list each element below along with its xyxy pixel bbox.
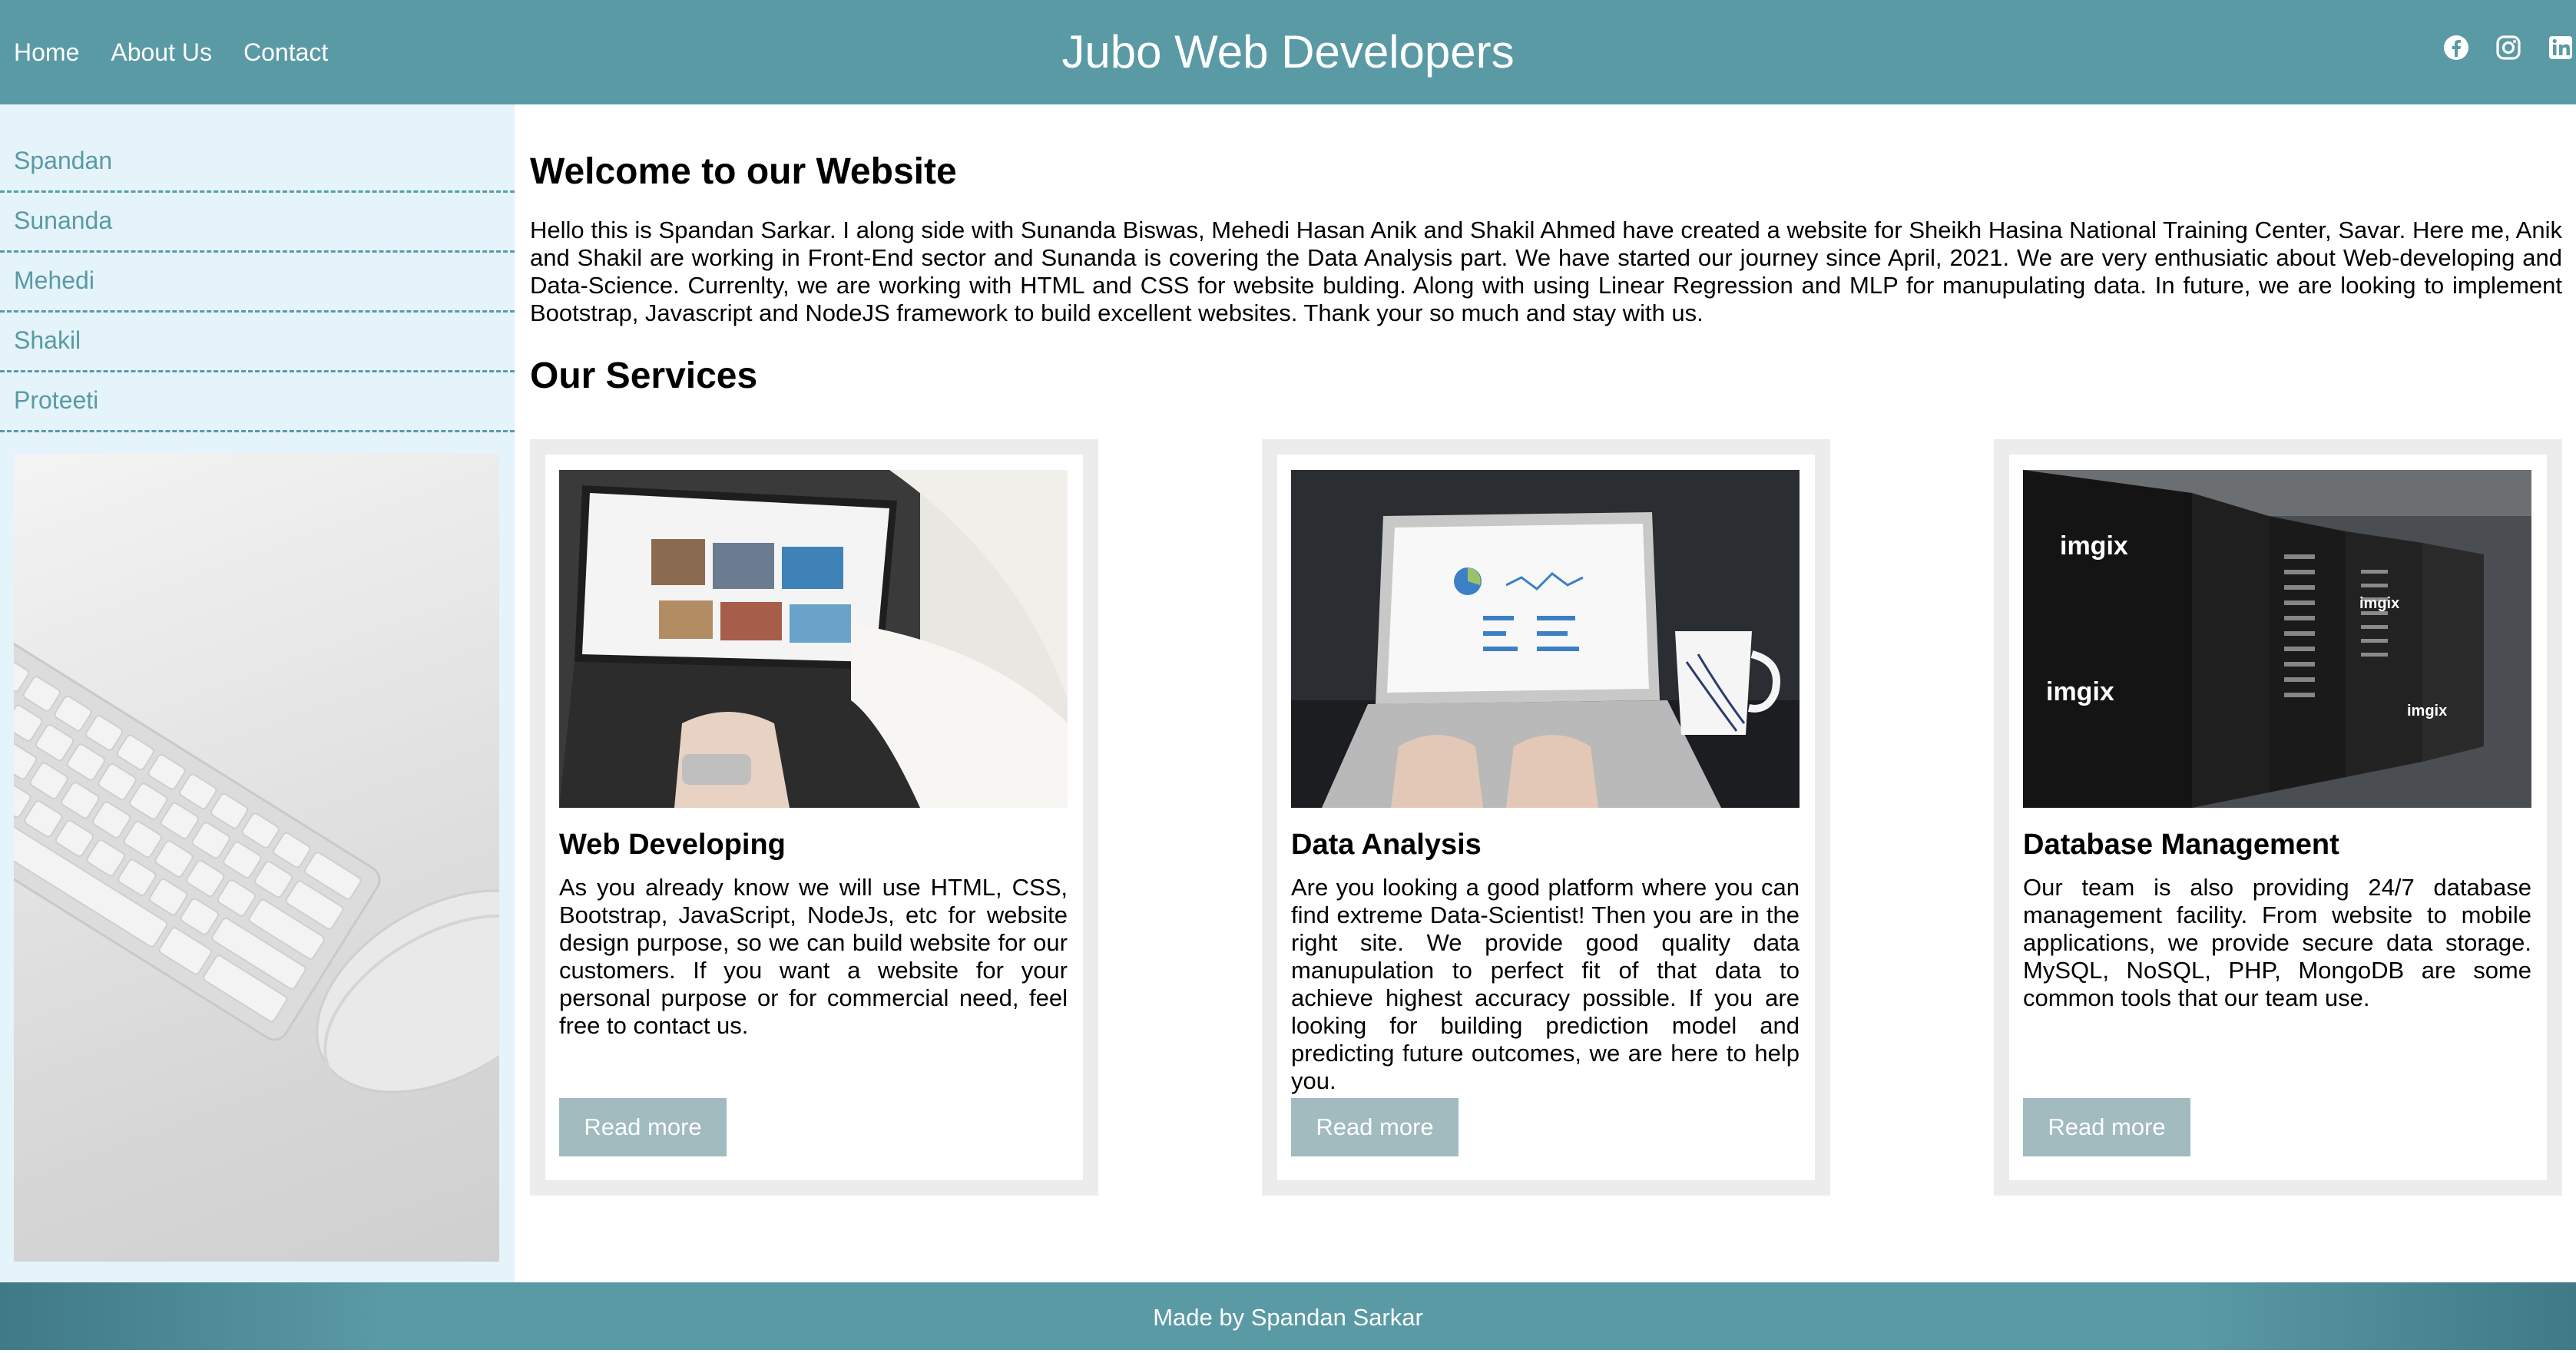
read-more-button-data[interactable]: Read more xyxy=(1291,1098,1459,1156)
sidebar-item-mehedi[interactable]: Mehedi xyxy=(0,253,515,313)
intro-paragraph: Hello this is Spandan Sarkar. I along si… xyxy=(530,217,2562,326)
site-header: Home About Us Contact Jubo Web Developer… xyxy=(0,0,2576,104)
laptop-dashboard-image xyxy=(1291,470,1800,808)
facebook-icon[interactable] xyxy=(2442,34,2470,61)
service-title: Database Management xyxy=(2023,829,2339,861)
image-brand-text: imgix xyxy=(2060,531,2128,561)
image-brand-text: imgix xyxy=(2359,595,2399,612)
sidebar-item-spandan[interactable]: Spandan xyxy=(0,133,515,193)
server-racks-image: imgix imgix imgix imgix xyxy=(2023,470,2531,808)
service-card-database: imgix imgix imgix imgix Database Managem… xyxy=(1994,439,2562,1196)
services-cards: Web Developing As you already know we wi… xyxy=(530,439,2562,1196)
instagram-icon[interactable] xyxy=(2495,34,2522,61)
main-content: Welcome to our Website Hello this is Spa… xyxy=(530,104,2565,1196)
image-brand-text: imgix xyxy=(2046,677,2114,706)
site-footer: Made by Spandan Sarkar xyxy=(0,1282,2576,1350)
read-more-button-database[interactable]: Read more xyxy=(2023,1098,2190,1156)
service-card-data: Data Analysis Are you looking a good pla… xyxy=(1262,439,1830,1196)
sidebar-menu: Spandan Sunanda Mehedi Shakil Proteeti xyxy=(0,104,515,432)
service-card-web: Web Developing As you already know we wi… xyxy=(530,439,1098,1196)
welcome-heading: Welcome to our Website xyxy=(530,151,957,192)
services-heading: Our Services xyxy=(530,356,758,396)
sidebar-item-shakil[interactable]: Shakil xyxy=(0,313,515,372)
service-title: Data Analysis xyxy=(1291,829,1482,861)
service-text: Our team is also providing 24/7 database… xyxy=(2023,874,2531,1011)
read-more-button-web[interactable]: Read more xyxy=(559,1098,727,1156)
sidebar: Spandan Sunanda Mehedi Shakil Proteeti xyxy=(0,104,515,1282)
site-title: Jubo Web Developers xyxy=(1061,26,1515,78)
image-brand-text: imgix xyxy=(2407,703,2447,720)
linkedin-icon[interactable] xyxy=(2547,34,2574,61)
laptop-web-image xyxy=(559,470,1068,808)
service-text: Are you looking a good platform where yo… xyxy=(1291,874,1800,1094)
service-title: Web Developing xyxy=(559,829,786,861)
sidebar-item-proteeti[interactable]: Proteeti xyxy=(0,372,515,432)
keyboard-mouse-image xyxy=(14,454,499,1262)
social-links xyxy=(2442,34,2576,61)
service-text: As you already know we will use HTML, CS… xyxy=(559,874,1068,1039)
sidebar-item-sunanda[interactable]: Sunanda xyxy=(0,193,515,253)
